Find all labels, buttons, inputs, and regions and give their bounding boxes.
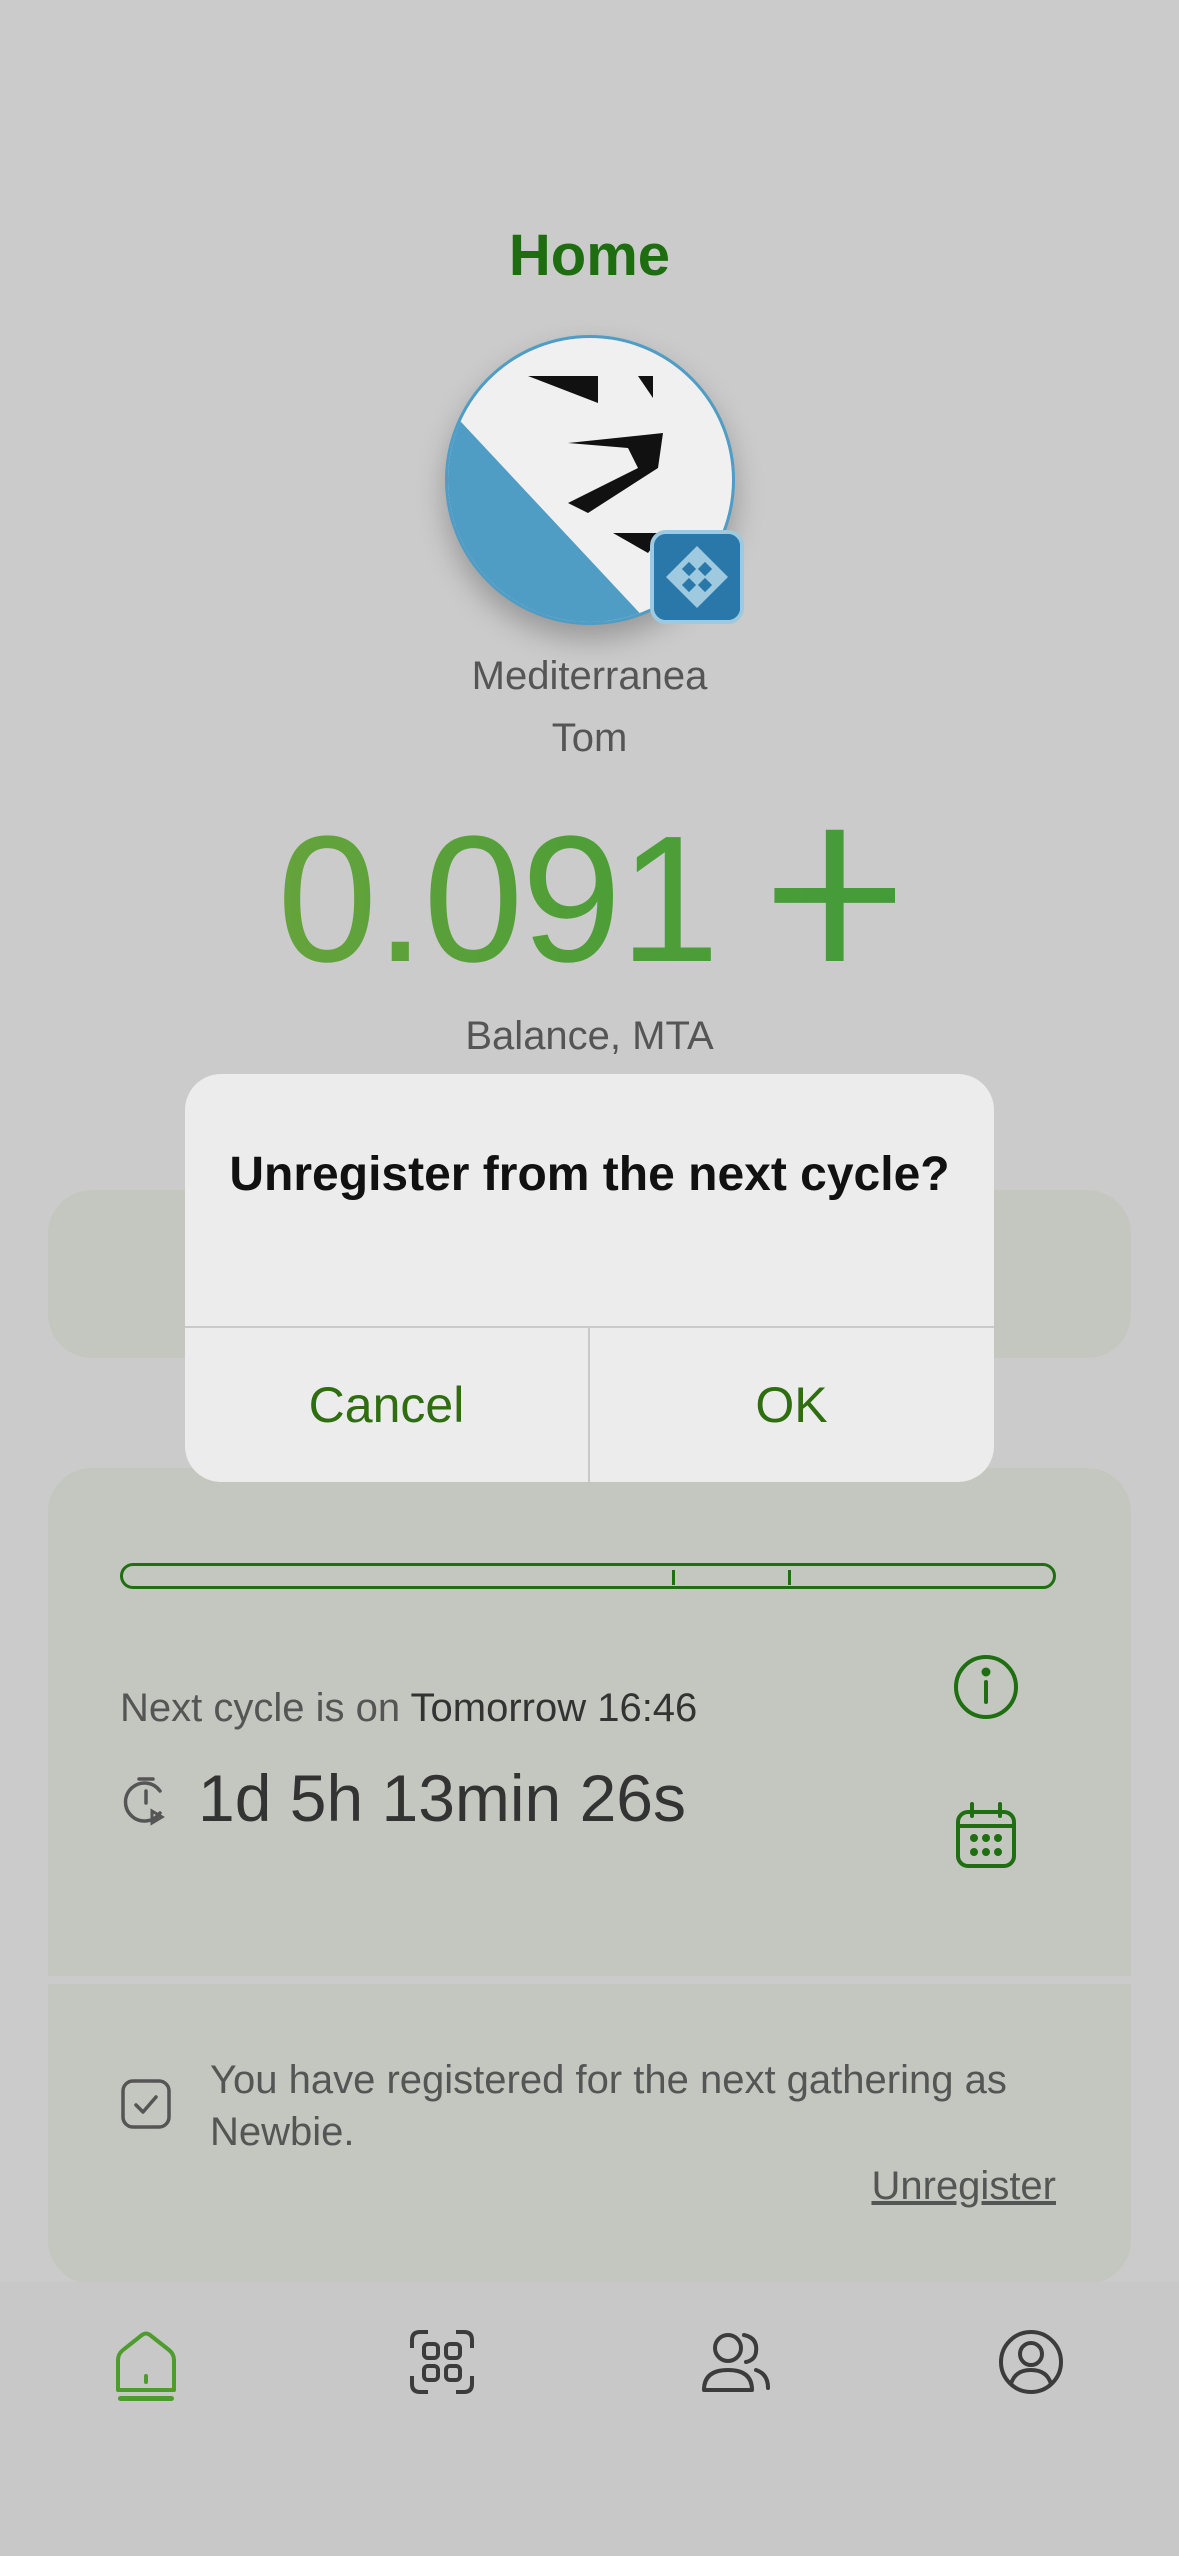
countdown-timer: 1d 5h 13min 26s — [198, 1761, 687, 1835]
nav-qr-scan[interactable] — [406, 2326, 478, 2406]
unregister-confirm-dialog: Unregister from the next cycle? Cancel O… — [185, 1074, 994, 1482]
info-icon[interactable] — [950, 1651, 1022, 1723]
registration-status: You have registered for the next gatheri… — [210, 2058, 1007, 2154]
unregister-link[interactable]: Unregister — [820, 2164, 1056, 2209]
nav-profile[interactable] — [995, 2326, 1067, 2406]
next-cycle-text: Next cycle is on Tomorrow 16:46 — [120, 1686, 697, 1731]
nav-home[interactable] — [110, 2326, 182, 2406]
checkbox-checked-icon — [120, 2078, 172, 2130]
cancel-button[interactable]: Cancel — [185, 1328, 588, 1482]
progress-tick — [788, 1570, 791, 1585]
stopwatch-icon — [120, 1775, 172, 1827]
home-icon — [116, 2331, 176, 2392]
profile-icon — [999, 2330, 1063, 2394]
nav-contacts[interactable] — [700, 2326, 772, 2406]
balance-value: 0.091 — [277, 799, 718, 1000]
next-cycle-prefix: Next cycle is on — [120, 1686, 411, 1730]
community-badge-icon — [650, 530, 744, 624]
next-cycle-time: Tomorrow 16:46 — [410, 1686, 698, 1730]
qr-scan-icon — [410, 2330, 474, 2394]
calendar-icon[interactable] — [950, 1800, 1022, 1872]
progress-tick — [672, 1570, 675, 1585]
dialog-title: Unregister from the next cycle? — [229, 1148, 950, 1201]
currency-symbol: ⵜ — [765, 799, 902, 1000]
username: Tom — [551, 716, 628, 760]
community-name: Mediterranea — [471, 654, 708, 698]
page-title: Home — [508, 223, 671, 288]
balance-amount: 0.091 ⵜ — [0, 800, 1179, 1000]
ok-button[interactable]: OK — [590, 1328, 993, 1482]
nav-active-indicator — [118, 2396, 174, 2401]
cycle-progress-bar — [120, 1563, 1056, 1589]
balance-label: Balance, MTA — [465, 1014, 714, 1058]
contacts-icon — [702, 2333, 770, 2392]
bottom-navigation — [0, 2282, 1179, 2556]
